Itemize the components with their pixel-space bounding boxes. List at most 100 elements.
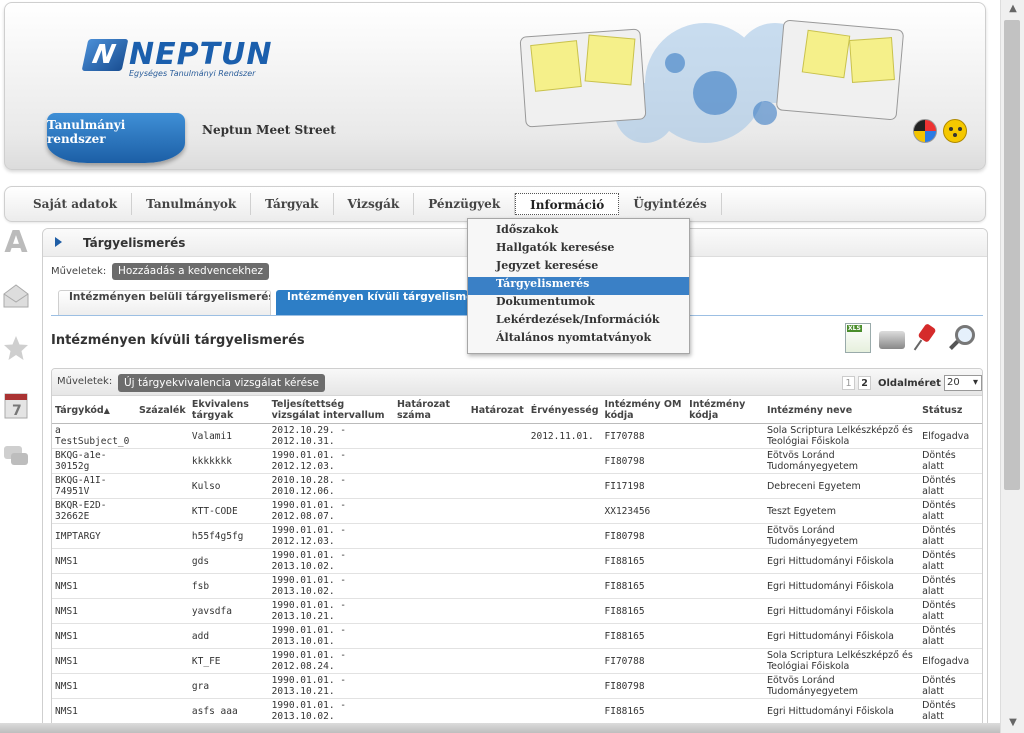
- table-cell: [686, 548, 764, 574]
- nav-item-informacio[interactable]: Információ: [515, 193, 620, 215]
- menu-item-nyomtatvanyok[interactable]: Általános nyomtatványok: [468, 331, 689, 349]
- table-cell: Egri Hittudományi Főiskola: [763, 698, 920, 724]
- table-cell: 1990.01.01. - 2012.08.24.: [268, 648, 394, 674]
- table-cell: [686, 698, 764, 724]
- table-cell: IMPTARGY: [52, 523, 136, 549]
- excel-export-icon[interactable]: [845, 323, 871, 353]
- table-cell: 2010.10.28. - 2010.12.06.: [268, 473, 394, 499]
- star-icon[interactable]: [2, 334, 30, 364]
- brand-tab[interactable]: Tanulmányi rendszer: [47, 113, 185, 163]
- table-row[interactable]: NMS1 fsb 1990.01.01. - 2013.10.02. FI88165 E…: [52, 573, 982, 599]
- scrollbar-thumb[interactable]: [1004, 20, 1020, 490]
- table-cell: [467, 448, 528, 474]
- table-row[interactable]: IMPTARGY h55f4g5fg 1990.01.01. - 2012.12.0…: [52, 523, 982, 549]
- print-icon[interactable]: [879, 331, 905, 349]
- add-to-favorites-button[interactable]: Hozzáadás a kedvencekhez: [112, 263, 269, 280]
- col-header-status[interactable]: Státusz: [919, 397, 982, 424]
- menu-item-targyelismeres[interactable]: Tárgyelismerés: [468, 277, 689, 295]
- table-cell: Eötvös Loránd Tudományegyetem: [763, 448, 920, 474]
- scroll-down-arrow-icon[interactable]: ▼: [1001, 714, 1024, 732]
- col-header-decision-number[interactable]: Határozat száma: [393, 397, 468, 424]
- calendar-icon[interactable]: 7: [2, 390, 30, 420]
- table-cell: Elfogadva: [919, 648, 982, 674]
- table-cell: [686, 523, 764, 549]
- table-cell: FI88165: [601, 598, 687, 624]
- col-header-interval[interactable]: Teljesítettség vizsgálat intervallum: [268, 397, 394, 424]
- col-header-subject-code[interactable]: Tárgykód▲: [52, 397, 136, 424]
- table-cell: NMS1: [52, 573, 136, 599]
- table-cell: [393, 473, 468, 499]
- sort-asc-icon[interactable]: ▲: [104, 406, 110, 415]
- table-cell: 1990.01.01. - 2013.10.02.: [268, 573, 394, 599]
- nav-item-penzugyek[interactable]: Pénzügyek: [414, 193, 516, 215]
- table-cell: [527, 648, 602, 674]
- scroll-up-arrow-icon[interactable]: ▲: [1001, 0, 1024, 18]
- nav-item-ugyintezes[interactable]: Ügyintézés: [619, 193, 722, 215]
- table-row[interactable]: NMS1 KT_FE 1990.01.01. - 2012.08.24. FI7078…: [52, 648, 982, 674]
- table-cell: [686, 423, 764, 449]
- informacio-dropdown-menu: Időszakok Hallgatók keresése Jegyzet ker…: [467, 218, 690, 354]
- nav-item-sajat-adatok[interactable]: Saját adatok: [19, 193, 133, 215]
- col-header-equivalent-subjects[interactable]: Ekvivalens tárgyak: [188, 397, 269, 424]
- col-header-percent[interactable]: Százalék: [135, 397, 189, 424]
- results-table-box: Műveletek: Új tárgyekvivalencia vizsgála…: [51, 368, 983, 732]
- col-header-om-code[interactable]: Intézmény OM kódja: [601, 397, 687, 424]
- col-header-decision[interactable]: Határozat: [467, 397, 528, 424]
- smiley-icon[interactable]: [943, 119, 967, 143]
- meet-street-link[interactable]: Neptun Meet Street: [202, 123, 336, 137]
- color-wheel-icon[interactable]: [913, 119, 937, 143]
- table-cell: KTT-CODE: [188, 498, 269, 524]
- table-cell: FI88165: [601, 698, 687, 724]
- new-equivalence-request-button[interactable]: Új tárgyekvivalencia vizsgálat kérése: [118, 374, 325, 392]
- table-cell: add: [188, 623, 269, 649]
- table-cell: FI80798: [601, 523, 687, 549]
- page-1-link[interactable]: 1: [842, 376, 855, 390]
- table-cell: [467, 573, 528, 599]
- collapse-arrow-icon[interactable]: [55, 237, 62, 247]
- vertical-scrollbar[interactable]: ▲ ▼: [1000, 0, 1024, 733]
- envelope-icon[interactable]: [2, 282, 30, 312]
- table-row[interactable]: NMS1 asfs aaa 1990.01.01. - 2013.10.02. FI8…: [52, 698, 982, 724]
- table-cell: [467, 598, 528, 624]
- col-header-institution-code[interactable]: Intézmény kódja: [686, 397, 764, 424]
- table-cell: [393, 698, 468, 724]
- page-2-link[interactable]: 2: [858, 376, 871, 390]
- table-cell: [135, 698, 189, 724]
- menu-item-idoszakok[interactable]: Időszakok: [468, 223, 689, 241]
- table-cell: KT_FE: [188, 648, 269, 674]
- search-icon[interactable]: [947, 323, 975, 353]
- table-operations-label: Műveletek:: [57, 376, 113, 387]
- tab-external-recognition[interactable]: Intézményen kívüli tárgyelismerés: [276, 290, 468, 315]
- table-row[interactable]: NMS1 gra 1990.01.01. - 2013.10.21. FI80798 E…: [52, 673, 982, 699]
- table-cell: 1990.01.01. - 2012.08.07.: [268, 498, 394, 524]
- table-cell: FI88165: [601, 623, 687, 649]
- table-cell: [393, 673, 468, 699]
- table-cell: Döntés alatt: [919, 473, 982, 499]
- col-header-validity[interactable]: Érvényesség: [527, 397, 602, 424]
- table-cell: [467, 623, 528, 649]
- col-header-label: Tárgykód: [55, 404, 104, 416]
- table-cell: [467, 548, 528, 574]
- table-row[interactable]: BKQR-E2D-32662E KTT-CODE 1990.01.01. - 201…: [52, 498, 982, 524]
- font-a-icon[interactable]: A: [2, 228, 30, 258]
- menu-item-lekerdezesek[interactable]: Lekérdezések/Információk: [468, 313, 689, 331]
- nav-item-tanulmanyok[interactable]: Tanulmányok: [132, 193, 252, 215]
- table-row[interactable]: BKQG-a1e-30152g kkkkkkk 1990.01.01. - 2012…: [52, 448, 982, 474]
- menu-item-dokumentumok[interactable]: Dokumentumok: [468, 295, 689, 313]
- table-cell: h55f4g5fg: [188, 523, 269, 549]
- table-row[interactable]: a TestSubject_0 Valami1 2012.10.29. - 2012…: [52, 423, 982, 449]
- page-size-select[interactable]: 20: [943, 375, 982, 391]
- chat-bubbles-icon[interactable]: [2, 442, 30, 472]
- menu-item-hallgatok-keresese[interactable]: Hallgatók keresése: [468, 241, 689, 259]
- col-header-institution-name[interactable]: Intézmény neve: [763, 397, 920, 424]
- table-row[interactable]: BKQG-A1I-74951V Kulso 2010.10.28. - 2010.1…: [52, 473, 982, 499]
- pin-icon[interactable]: [913, 323, 939, 353]
- table-row[interactable]: NMS1 gds 1990.01.01. - 2013.10.02. FI88165 E…: [52, 548, 982, 574]
- neptun-logo[interactable]: NEPTUN Egységes Tanulmányi Rendszer: [81, 39, 273, 78]
- nav-item-targyak[interactable]: Tárgyak: [251, 193, 334, 215]
- nav-item-vizsgak[interactable]: Vizsgák: [334, 193, 415, 215]
- tab-internal-recognition[interactable]: Intézményen belüli tárgyelismerés: [58, 290, 271, 315]
- table-row[interactable]: NMS1 yavsdfa 1990.01.01. - 2013.10.21. FI88…: [52, 598, 982, 624]
- menu-item-jegyzet-keresese[interactable]: Jegyzet keresése: [468, 259, 689, 277]
- table-row[interactable]: NMS1 add 1990.01.01. - 2013.10.01. FI88165 E…: [52, 623, 982, 649]
